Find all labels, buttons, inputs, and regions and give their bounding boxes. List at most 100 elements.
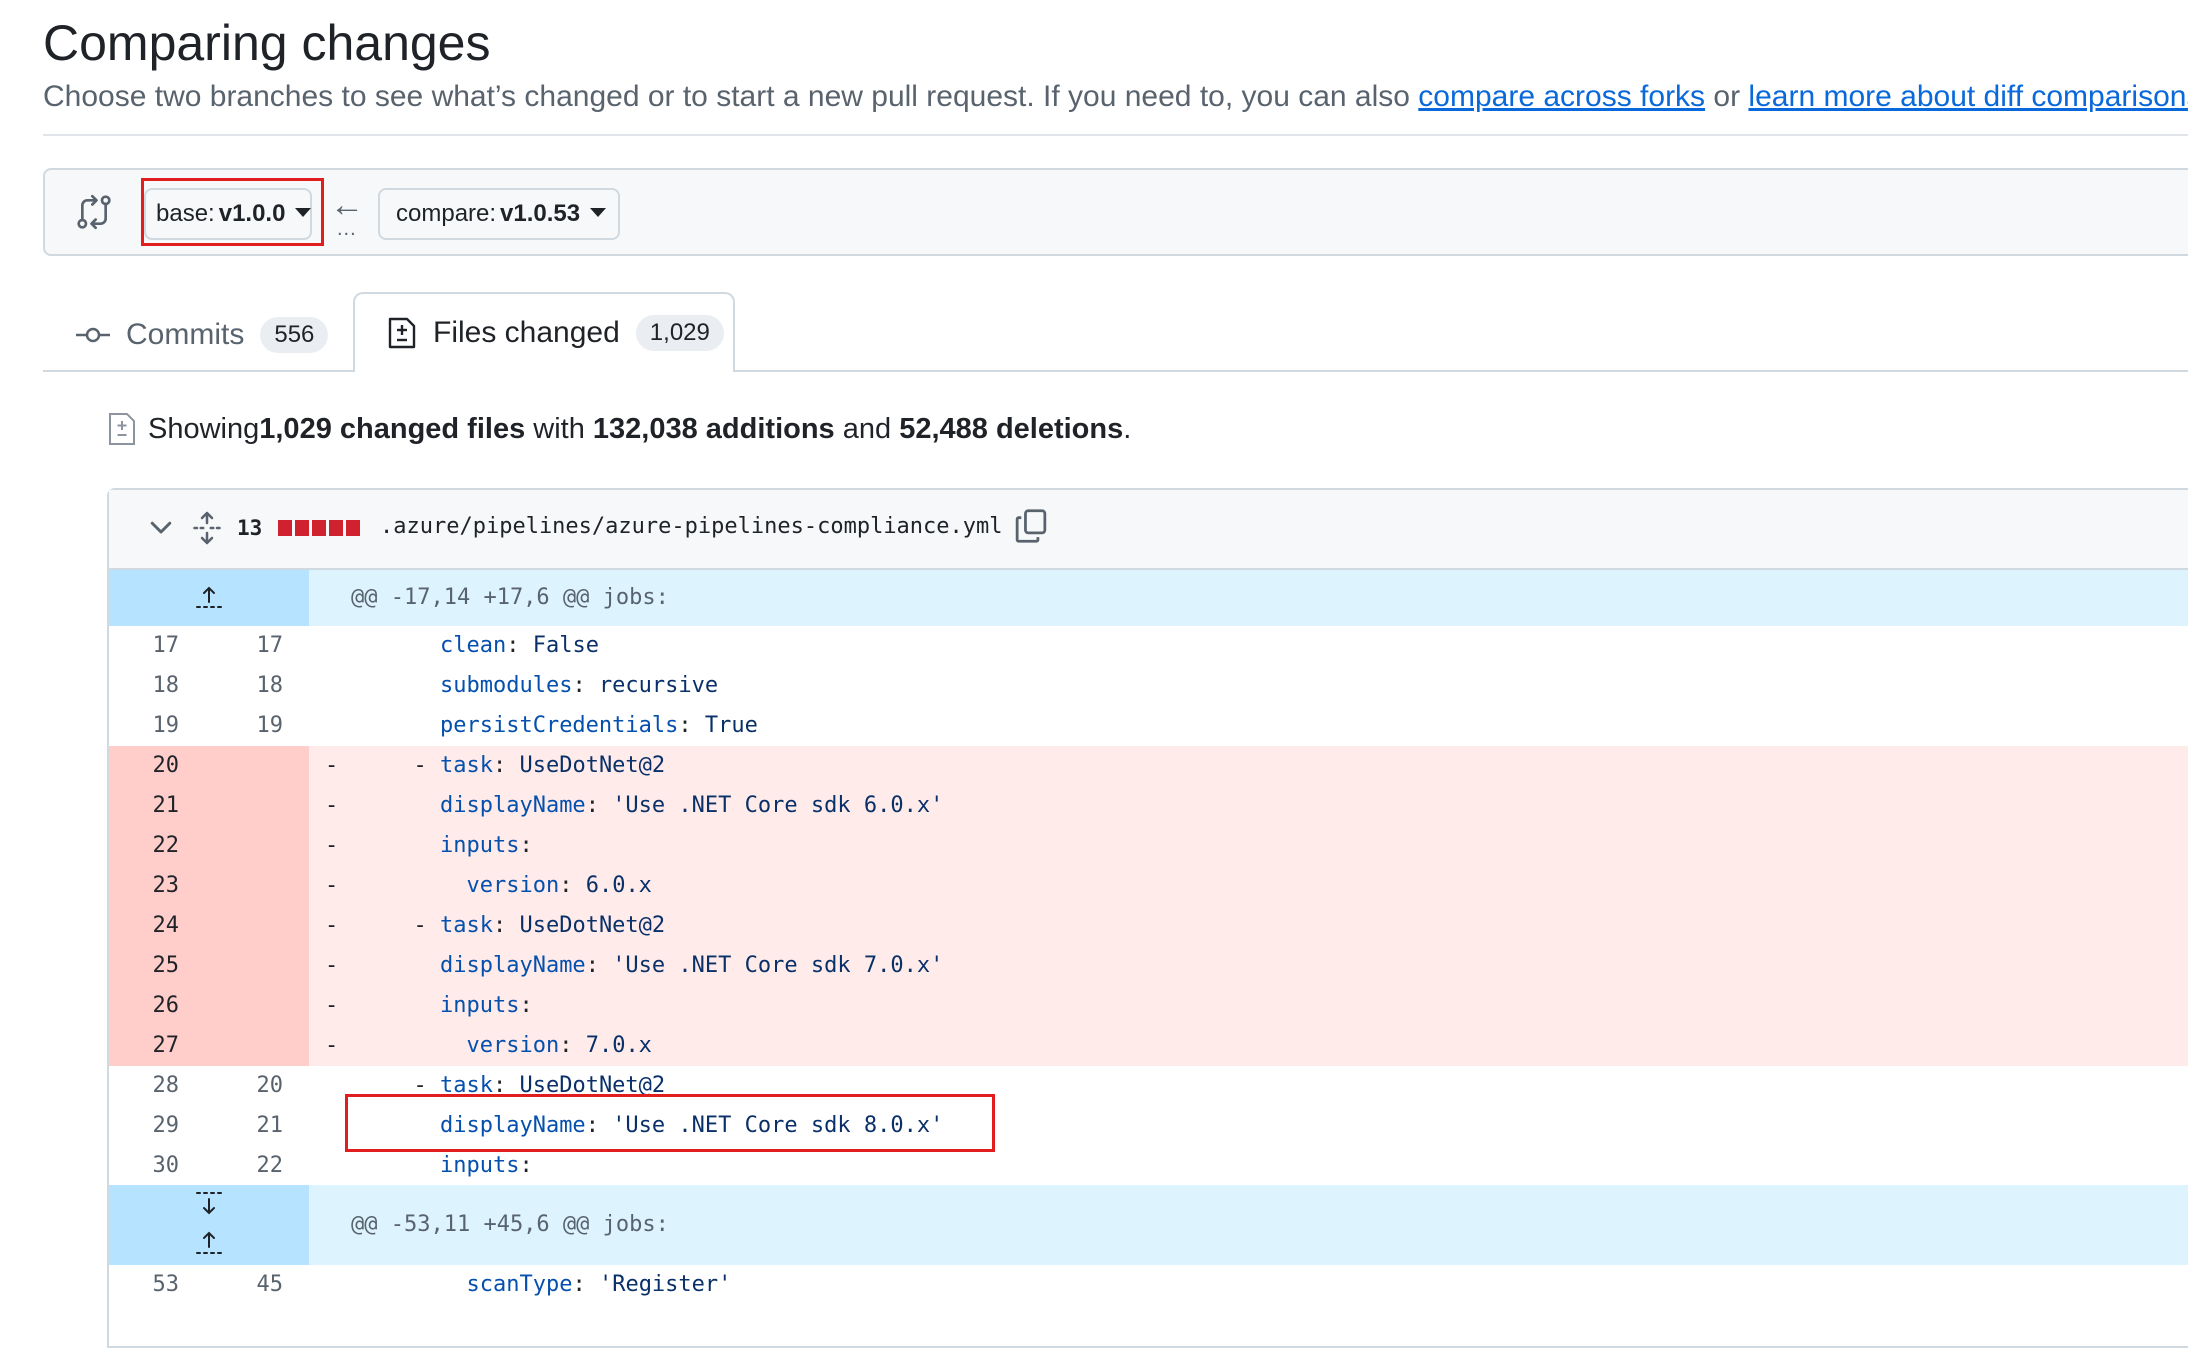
- yaml-colon: :: [492, 753, 507, 778]
- diffstat: [278, 520, 360, 536]
- old-line-number[interactable]: 20: [109, 746, 209, 786]
- old-line-number[interactable]: 18: [109, 666, 209, 706]
- line-indent: -: [387, 913, 440, 938]
- chevron-down-icon[interactable]: [146, 512, 176, 542]
- tab-commits[interactable]: Commits 556: [76, 312, 329, 358]
- line-code: clean: False: [309, 626, 2188, 666]
- yaml-value: True: [704, 713, 758, 738]
- old-line-number[interactable]: 21: [109, 786, 209, 826]
- triangle-down-icon: [590, 207, 607, 217]
- file-diff-icon: [109, 413, 135, 445]
- new-line-number[interactable]: [209, 746, 309, 786]
- old-line-number[interactable]: 28: [109, 1066, 209, 1106]
- line-sign: [325, 666, 387, 706]
- diff-line-deleted: 26 - inputs:: [109, 986, 2188, 1026]
- yaml-key: inputs: [439, 833, 520, 858]
- yaml-key: scanType: [466, 1272, 573, 1297]
- new-line-number[interactable]: [209, 946, 309, 986]
- tab-files-label: Files changed: [433, 316, 620, 349]
- old-line-number[interactable]: 22: [109, 826, 209, 866]
- yaml-key: displayName: [439, 953, 586, 978]
- new-line-number[interactable]: 19: [209, 706, 309, 746]
- new-line-number[interactable]: [209, 986, 309, 1026]
- expand-up-button[interactable]: [109, 570, 309, 626]
- old-line-number[interactable]: 53: [109, 1265, 209, 1305]
- summary-with: with: [525, 412, 593, 445]
- new-line-number[interactable]: 45: [209, 1265, 309, 1305]
- copy-icon[interactable]: [1014, 508, 1048, 544]
- old-line-number[interactable]: 19: [109, 706, 209, 746]
- change-count: 13: [237, 516, 263, 540]
- old-line-number[interactable]: 26: [109, 986, 209, 1026]
- yaml-colon: :: [492, 913, 507, 938]
- old-line-number[interactable]: 25: [109, 946, 209, 986]
- yaml-value: False: [532, 633, 599, 658]
- line-sign: -: [325, 833, 339, 858]
- expand-up-icon: [196, 586, 222, 608]
- yaml-value: UseDotNet@2: [519, 753, 666, 778]
- yaml-colon: :: [585, 793, 599, 818]
- yaml-value: recursive: [598, 673, 719, 698]
- expand-both-button[interactable]: [109, 1185, 309, 1265]
- ellipsis: ...: [337, 218, 357, 240]
- old-line-number[interactable]: 29: [109, 1106, 209, 1146]
- line-code: - inputs:: [309, 986, 2188, 1026]
- line-sign: -: [325, 953, 339, 978]
- yaml-value: UseDotNet@2: [519, 913, 666, 938]
- learn-more-diff-link[interactable]: learn more about diff comparisons: [1748, 80, 2188, 113]
- line-code: - version: 7.0.x: [309, 1026, 2188, 1066]
- diff-line-context: 17 17 clean: False: [109, 626, 2188, 666]
- line-sign: [325, 626, 387, 666]
- summary-files: 1,029 changed files: [259, 412, 526, 445]
- new-line-number[interactable]: [209, 1026, 309, 1066]
- line-sign: [325, 706, 387, 746]
- new-line-number[interactable]: [209, 866, 309, 906]
- line-sign: -: [325, 1033, 339, 1058]
- new-line-number[interactable]: 17: [209, 626, 309, 666]
- diff-line-deleted: 23 - version: 6.0.x: [109, 866, 2188, 906]
- hunk-header: @@ -53,11 +45,6 @@ jobs:: [109, 1185, 2188, 1265]
- diff-line-deleted: 21 - displayName: 'Use .NET Core sdk 6.0.…: [109, 786, 2188, 826]
- new-line-number[interactable]: 18: [209, 666, 309, 706]
- yaml-colon: :: [585, 953, 599, 978]
- line-indent: -: [387, 753, 440, 778]
- yaml-colon: :: [519, 993, 533, 1018]
- diff-line-deleted: 24 - - task: UseDotNet@2: [109, 906, 2188, 946]
- yaml-colon: :: [559, 1033, 573, 1058]
- new-line-number[interactable]: 22: [209, 1146, 309, 1186]
- yaml-colon: :: [559, 873, 573, 898]
- new-line-number[interactable]: 20: [209, 1066, 309, 1106]
- compare-branch-select[interactable]: compare: v1.0.53: [378, 188, 620, 240]
- tab-files-changed[interactable]: Files changed 1,029: [353, 292, 735, 372]
- new-line-number[interactable]: [209, 786, 309, 826]
- old-line-number[interactable]: 27: [109, 1026, 209, 1066]
- old-line-number[interactable]: 24: [109, 906, 209, 946]
- line-code: - version: 6.0.x: [309, 866, 2188, 906]
- compare-across-forks-link[interactable]: compare across forks: [1418, 80, 1705, 113]
- line-sign: -: [325, 913, 339, 938]
- new-line-number[interactable]: 21: [209, 1106, 309, 1146]
- unfold-icon[interactable]: [192, 510, 222, 546]
- subtitle-text: Choose two branches to see what’s change…: [43, 80, 1419, 113]
- expand-up-icon: [196, 1231, 222, 1254]
- line-code: submodules: recursive: [309, 666, 2188, 706]
- summary-additions: 132,038 additions: [592, 412, 835, 445]
- old-line-number[interactable]: 30: [109, 1146, 209, 1186]
- old-line-number[interactable]: 17: [109, 626, 209, 666]
- diff-line-context: 19 19 persistCredentials: True: [109, 706, 2188, 746]
- new-line-number[interactable]: [209, 906, 309, 946]
- compare-value: v1.0.53: [500, 200, 581, 227]
- yaml-colon: :: [572, 673, 586, 698]
- file-path[interactable]: .azure/pipelines/azure-pipelines-complia…: [380, 514, 1003, 539]
- divider: [43, 134, 2188, 136]
- subtitle-or: or: [1705, 80, 1749, 113]
- old-line-number[interactable]: 23: [109, 866, 209, 906]
- new-line-number[interactable]: [209, 826, 309, 866]
